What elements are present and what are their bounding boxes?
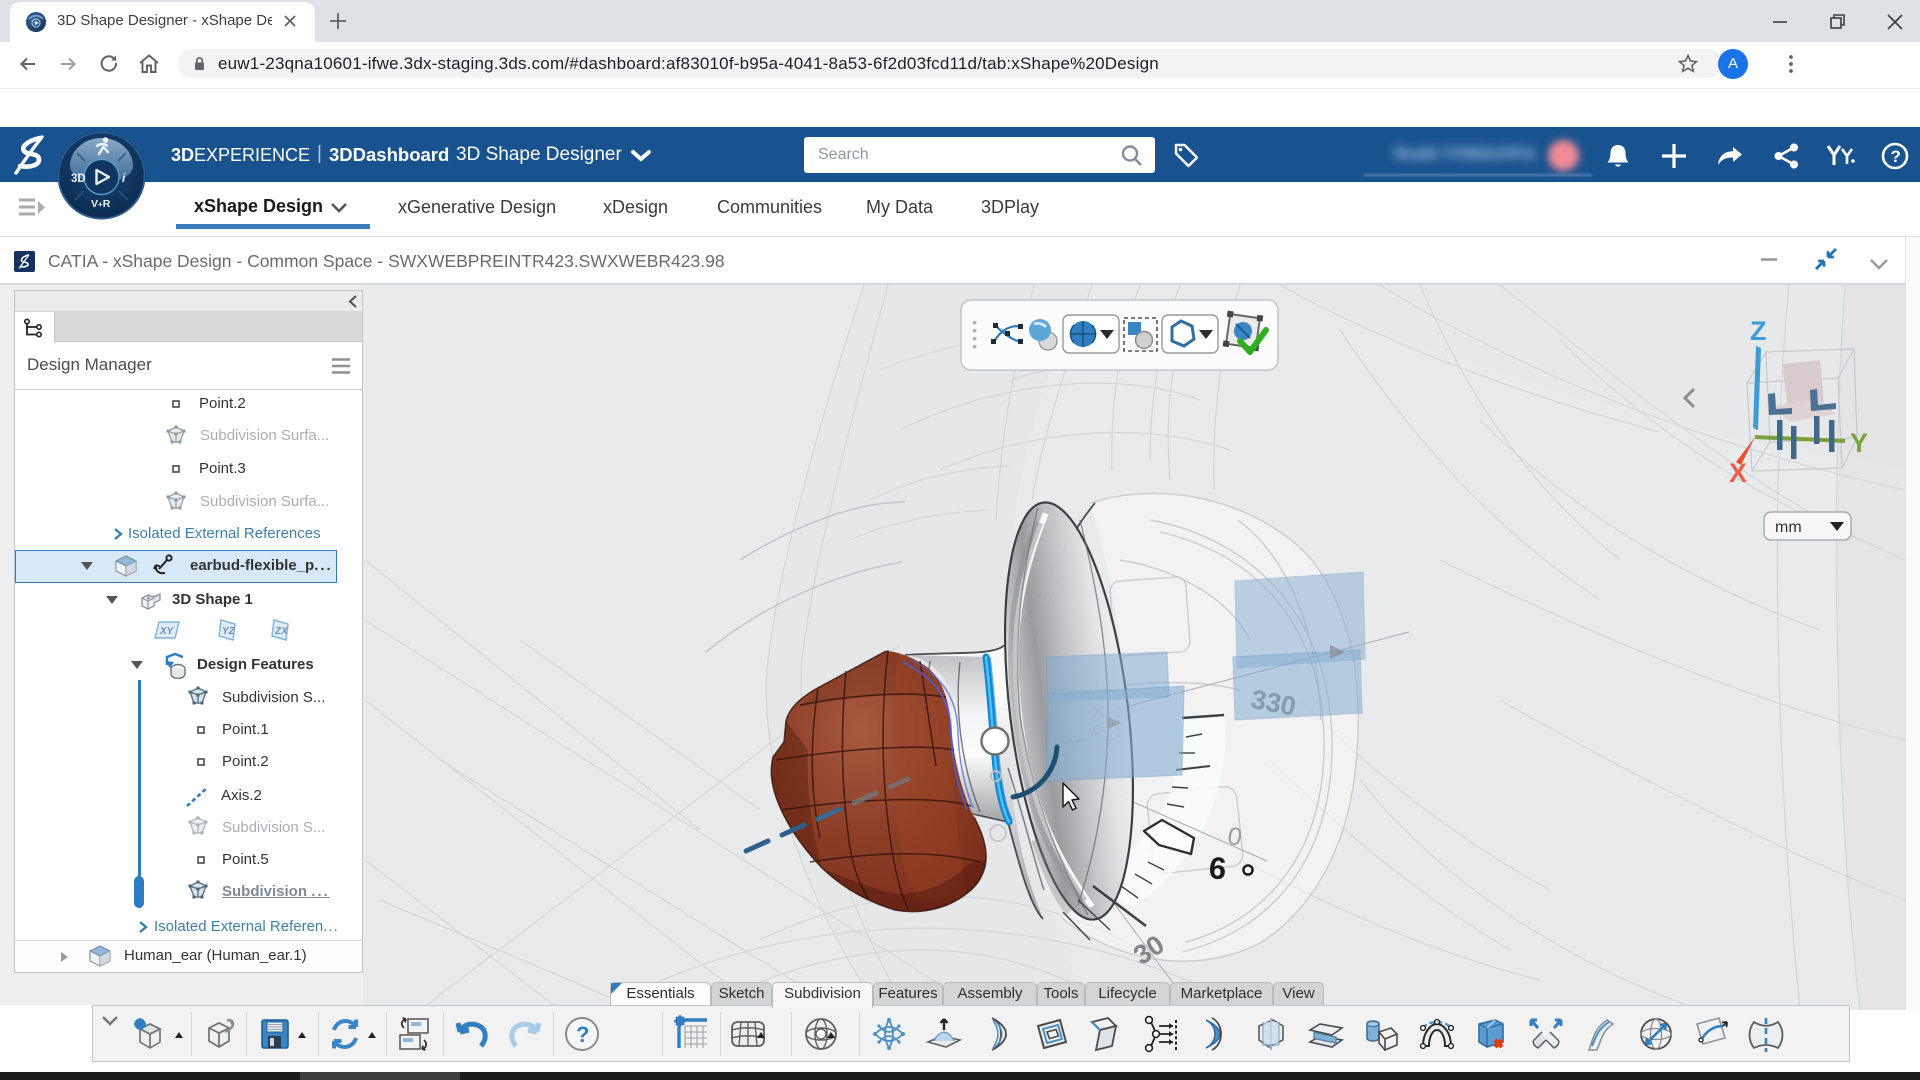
svg-text:X: X <box>1729 458 1747 488</box>
svg-text:mm: mm <box>1775 519 1802 536</box>
svg-text:Y: Y <box>1850 428 1868 458</box>
svg-text:?: ? <box>1891 147 1901 166</box>
svg-text:6: 6 <box>1207 850 1227 886</box>
svg-text:3D: 3D <box>71 173 86 185</box>
svg-text:YZ: YZ <box>222 626 236 637</box>
svg-text:ZX: ZX <box>274 626 289 637</box>
svg-text:?: ? <box>576 1022 589 1047</box>
svg-text:Z: Z <box>1750 316 1767 346</box>
svg-text:V+R: V+R <box>91 198 111 210</box>
svg-text:XY: XY <box>159 626 175 637</box>
